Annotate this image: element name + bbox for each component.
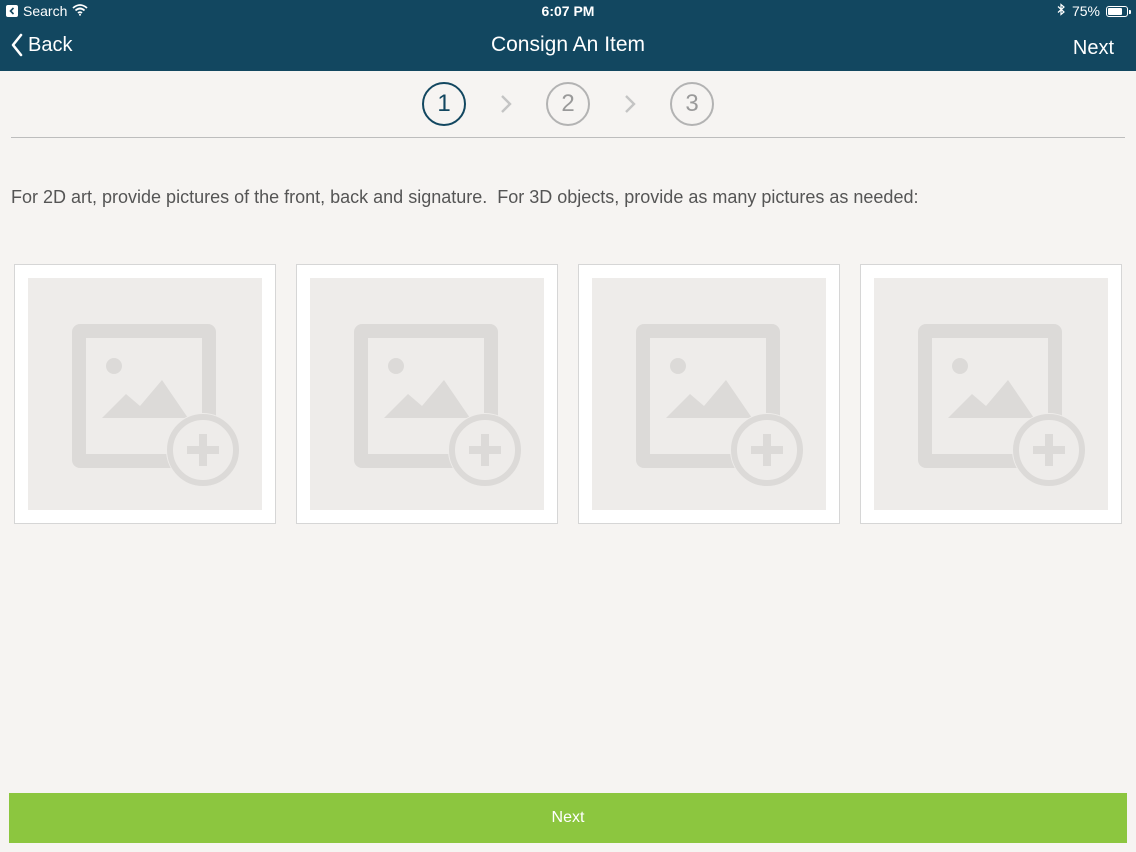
battery-percent: 75%: [1071, 3, 1100, 19]
battery-fill: [1108, 7, 1122, 15]
add-photo-slot-2[interactable]: [296, 264, 558, 524]
chevron-right-icon: [625, 95, 636, 113]
battery-icon: [1106, 5, 1131, 17]
chevron-left-icon: [11, 33, 23, 57]
photo-placeholder: [28, 278, 262, 510]
add-photo-icon: [354, 324, 522, 487]
chevron-right-icon: [501, 95, 512, 113]
add-photo-icon: [636, 324, 804, 487]
photo-placeholder: [310, 278, 544, 510]
divider: [11, 137, 1125, 138]
step-indicator: 1 2 3: [0, 82, 1136, 128]
step-2: 2: [546, 82, 590, 126]
add-photo-slot-4[interactable]: [860, 264, 1122, 524]
page-title: Consign An Item: [490, 33, 646, 56]
nav-bar: Search 6:07 PM 75% Back Consign An Item …: [0, 0, 1136, 71]
photo-placeholder: [592, 278, 826, 510]
status-bar: Search 6:07 PM 75%: [0, 0, 1136, 22]
instructions-text: For 2D art, provide pictures of the fron…: [11, 187, 919, 207]
status-time: 6:07 PM: [541, 3, 595, 19]
step-3: 3: [670, 82, 714, 126]
step-1: 1: [422, 82, 466, 126]
add-photo-icon: [918, 324, 1086, 487]
next-button[interactable]: Next: [9, 793, 1127, 843]
add-photo-slot-3[interactable]: [578, 264, 840, 524]
bluetooth-icon: [1057, 3, 1066, 19]
nav-next-button[interactable]: Next: [1073, 37, 1114, 60]
photo-placeholder: [874, 278, 1108, 510]
back-button-label: Back: [28, 33, 73, 56]
add-photo-slot-1[interactable]: [14, 264, 276, 524]
next-button-label: Next: [551, 809, 585, 826]
back-button[interactable]: Back: [10, 33, 72, 57]
status-right: 75%: [1057, 3, 1131, 19]
add-photo-icon: [72, 324, 240, 487]
